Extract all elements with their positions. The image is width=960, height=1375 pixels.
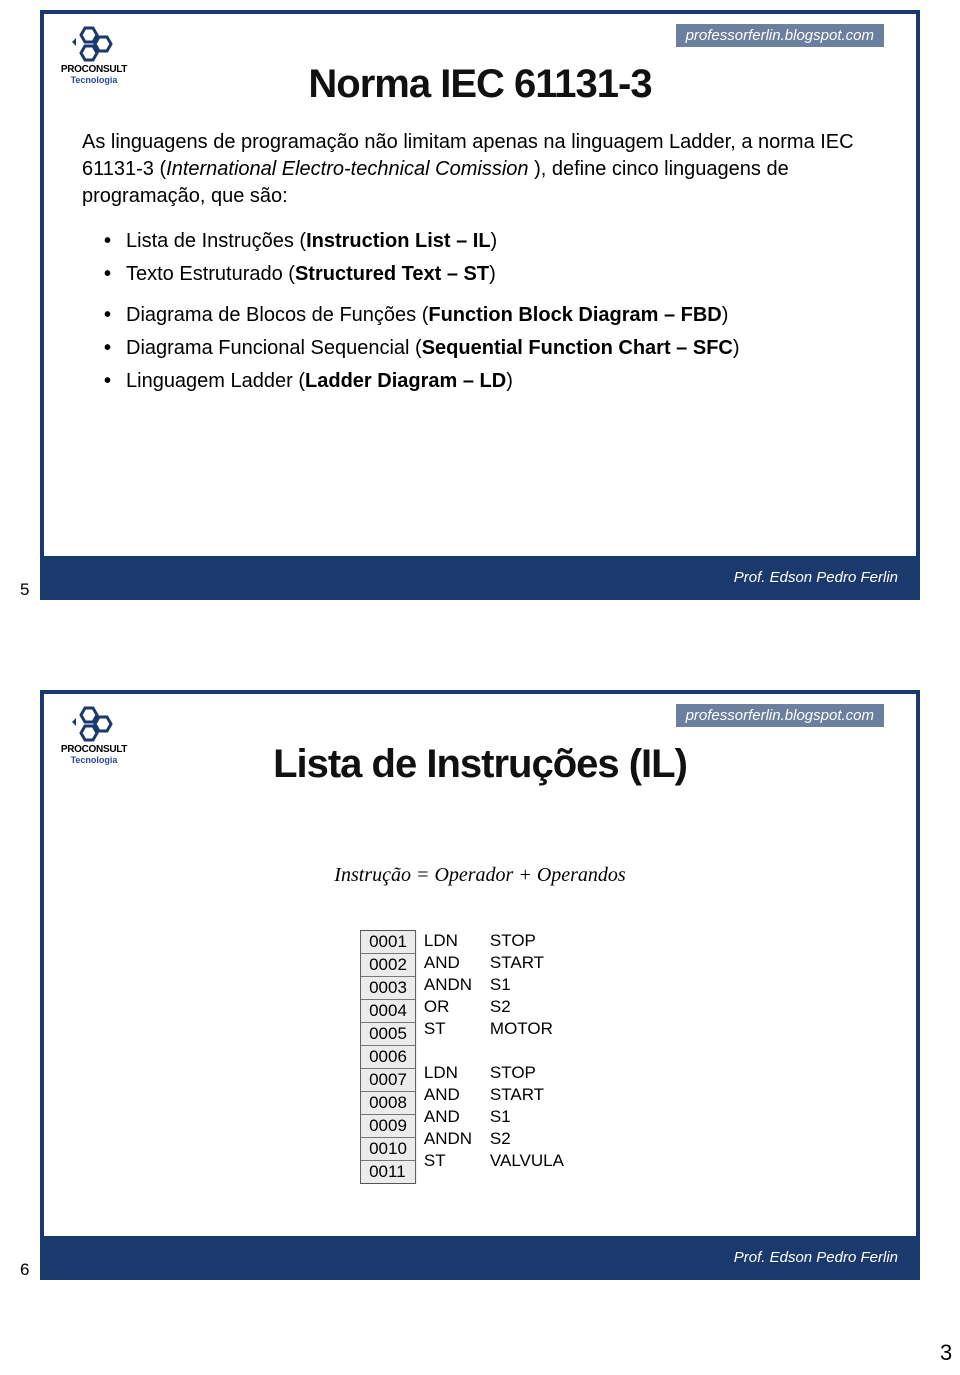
bullet-fbd: Diagrama de Blocos de Funções (Function …: [104, 302, 886, 329]
slide-body: As linguagens de programação não limitam…: [82, 129, 886, 409]
operand: S2: [490, 1129, 600, 1149]
code-row: [416, 1040, 600, 1062]
operand: STOP: [490, 931, 600, 951]
operator: AND: [416, 1085, 490, 1105]
operator: LDN: [416, 1063, 490, 1083]
line-number: 0009: [361, 1115, 415, 1138]
bullet-group-1: Lista de Instruções (Instruction List – …: [104, 228, 886, 288]
operand: S1: [490, 975, 600, 995]
code-row: LDNSTOP: [416, 930, 600, 952]
line-number: 0008: [361, 1092, 415, 1115]
bullet-group-2: Diagrama de Blocos de Funções (Function …: [104, 302, 886, 395]
slide-number: 6: [20, 1260, 29, 1280]
formula-text: Instrução = Operador + Operandos: [44, 864, 916, 887]
il-code-table: 0001000200030004000500060007000800090010…: [360, 930, 600, 1184]
operand: MOTOR: [490, 1019, 600, 1039]
hex-cluster-icon: [71, 704, 117, 742]
bullet-ld: Linguagem Ladder (Ladder Diagram – LD): [104, 368, 886, 395]
footer-bar: Prof. Edson Pedro Ferlin: [44, 556, 916, 596]
code-row: LDNSTOP: [416, 1062, 600, 1084]
page: professorferlin.blogspot.com PROCONSULT …: [0, 0, 960, 1375]
footer-credit: Prof. Edson Pedro Ferlin: [734, 569, 898, 586]
operator: ANDN: [416, 975, 490, 995]
line-number: 0001: [361, 931, 415, 954]
line-number: 0010: [361, 1138, 415, 1161]
operand: VALVULA: [490, 1151, 600, 1171]
code-row: ANDS1: [416, 1106, 600, 1128]
operator: AND: [416, 1107, 490, 1127]
operand: START: [490, 953, 600, 973]
code-row: STVALVULA: [416, 1150, 600, 1172]
footer-credit: Prof. Edson Pedro Ferlin: [734, 1249, 898, 1266]
bullet-il: Lista de Instruções (Instruction List – …: [104, 228, 886, 255]
operator: ST: [416, 1019, 490, 1039]
operand: S2: [490, 997, 600, 1017]
operand: S1: [490, 1107, 600, 1127]
code-row: ANDSTART: [416, 1084, 600, 1106]
operator: ANDN: [416, 1129, 490, 1149]
slide-1: professorferlin.blogspot.com PROCONSULT …: [40, 10, 920, 600]
line-number-column: 0001000200030004000500060007000800090010…: [360, 930, 415, 1184]
para-italic: International Electro-technical Comissio…: [166, 158, 534, 180]
code-row: STMOTOR: [416, 1018, 600, 1040]
operator: OR: [416, 997, 490, 1017]
slide-number: 5: [20, 580, 29, 600]
line-number: 0005: [361, 1023, 415, 1046]
operator: AND: [416, 953, 490, 973]
operand: STOP: [490, 1063, 600, 1083]
line-number: 0006: [361, 1046, 415, 1069]
code-row: ANDNS2: [416, 1128, 600, 1150]
code-row: ANDNS1: [416, 974, 600, 996]
page-number: 3: [940, 1340, 952, 1366]
slide-2: professorferlin.blogspot.com PROCONSULT …: [40, 690, 920, 1280]
slide-title: Lista de Instruções (IL): [44, 742, 916, 787]
line-number: 0003: [361, 977, 415, 1000]
header-url: professorferlin.blogspot.com: [676, 704, 884, 727]
operator: LDN: [416, 931, 490, 951]
line-number: 0002: [361, 954, 415, 977]
slide-title: Norma IEC 61131-3: [44, 62, 916, 107]
hex-cluster-icon: [71, 24, 117, 62]
line-number: 0007: [361, 1069, 415, 1092]
footer-bar: Prof. Edson Pedro Ferlin: [44, 1236, 916, 1276]
line-number: 0011: [361, 1161, 415, 1183]
operator: ST: [416, 1151, 490, 1171]
code-row: ORS2: [416, 996, 600, 1018]
intro-para: As linguagens de programação não limitam…: [82, 129, 886, 210]
header-url: professorferlin.blogspot.com: [676, 24, 884, 47]
code-column: LDNSTOPANDSTARTANDNS1ORS2STMOTORLDNSTOPA…: [415, 930, 600, 1184]
bullet-sfc: Diagrama Funcional Sequencial (Sequentia…: [104, 335, 886, 362]
bullet-st: Texto Estruturado (Structured Text – ST): [104, 261, 886, 288]
line-number: 0004: [361, 1000, 415, 1023]
code-row: ANDSTART: [416, 952, 600, 974]
operand: START: [490, 1085, 600, 1105]
